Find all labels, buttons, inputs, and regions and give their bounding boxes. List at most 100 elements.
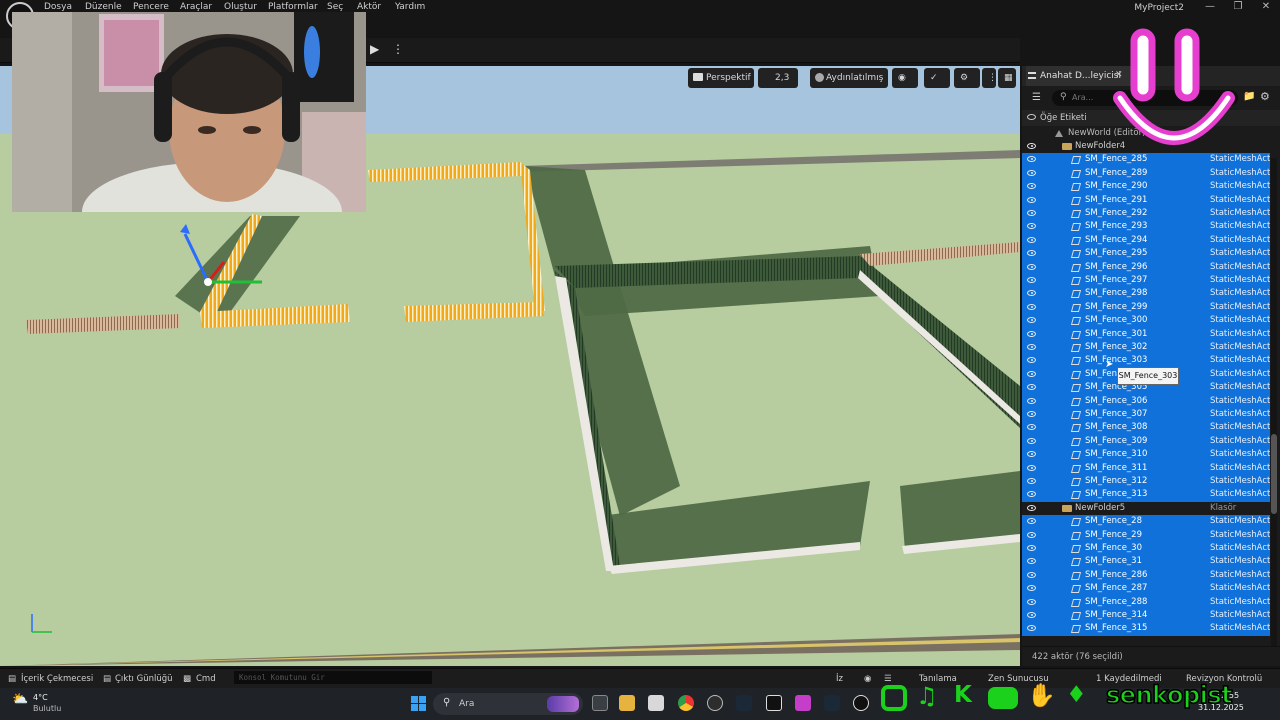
outliner-actor-row[interactable]: SM_Fence_310 StaticMeshActor [1022,448,1270,462]
settings-gear-icon[interactable]: ⚙ [954,68,980,88]
visibility-eye-icon[interactable] [1027,169,1036,176]
visibility-eye-icon[interactable] [1027,330,1036,337]
outliner-actor-row[interactable]: SM_Fence_295 StaticMeshActor [1022,247,1270,261]
epic-games-icon[interactable] [766,695,782,711]
outliner-actor-row[interactable]: SM_Fence_299 StaticMeshActor [1022,300,1270,315]
menu-select[interactable]: Seç [327,2,343,12]
menu-build[interactable]: Oluştur [224,2,257,12]
outliner-actor-row[interactable]: SM_Fence_298 StaticMeshActor [1022,287,1270,301]
visibility-eye-icon[interactable] [1027,303,1036,310]
outliner-actor-row[interactable]: SM_Fence_294 StaticMeshActor [1022,233,1270,248]
outliner-folder-row[interactable]: NewFolder5 Klasör [1022,502,1270,515]
app-icon[interactable] [795,695,811,711]
cmd-dropdown[interactable]: Cmd [196,672,216,686]
outliner-actor-row[interactable]: SM_Fence_311 StaticMeshActor [1022,461,1270,475]
menu-actor[interactable]: Aktör [357,2,381,12]
outliner-actor-row[interactable]: SM_Fence_292 StaticMeshActor [1022,207,1270,221]
outliner-actor-row[interactable]: SM_Fence_313 StaticMeshActor [1022,488,1270,502]
outliner-actor-row[interactable]: SM_Fence_300 StaticMeshActor [1022,314,1270,328]
visibility-eye-icon[interactable] [1027,478,1036,484]
more-options-icon[interactable]: ⋮ [392,42,404,56]
gizmo-center[interactable] [204,278,212,286]
add-folder-icon[interactable]: 📁 [1243,91,1255,102]
outliner-actor-row[interactable]: SM_Fence_296 StaticMeshActor [1022,260,1270,274]
outliner-actor-row[interactable]: SM_Fence_31 StaticMeshActor [1022,555,1270,569]
visibility-eye-icon[interactable] [1027,504,1036,511]
visibility-eye-icon[interactable] [1027,612,1036,618]
visibility-eye-icon[interactable] [1027,464,1036,471]
outliner-actor-row[interactable]: SM_Fence_309 StaticMeshActor [1022,434,1270,449]
outliner-actor-row[interactable]: SM_Fence_314 StaticMeshActor [1022,609,1270,623]
menu-file[interactable]: Dosya [44,2,72,12]
outliner-actor-row[interactable]: SM_Fence_306 StaticMeshActor [1022,394,1270,408]
visibility-eye-icon[interactable] [1027,223,1036,230]
outliner-actor-row[interactable]: SM_Fence_30 StaticMeshActor [1022,542,1270,556]
minimize-icon[interactable]: — [1196,1,1224,12]
visibility-eye-icon[interactable] [1027,210,1036,216]
viewport-more-icon[interactable]: ⋮ [982,68,997,88]
visibility-eye-icon[interactable] [1027,531,1036,538]
visibility-eye-icon[interactable] [1027,384,1036,391]
outliner-actor-row[interactable]: SM_Fence_301 StaticMeshActor [1022,327,1270,341]
visibility-eye-icon[interactable] [1027,585,1036,592]
outliner-actor-row[interactable]: SM_Fence_291 StaticMeshActor [1022,193,1270,207]
outliner-actor-row[interactable]: SM_Fence_303 StaticMeshActor [1022,354,1270,368]
outliner-actor-row[interactable]: SM_Fence_288 StaticMeshActor [1022,595,1270,609]
visibility-eye-icon[interactable] [1027,437,1036,444]
visibility-eye-icon[interactable] [1027,317,1036,324]
layout-grid-icon[interactable]: ▦ [998,68,1016,88]
camera-speed-button[interactable]: 2,3 [758,68,798,88]
steam-icon[interactable] [736,695,752,711]
visibility-eye-icon[interactable] [1027,370,1036,377]
outliner-actor-row[interactable]: SM_Fence_289 StaticMeshActor [1022,166,1270,181]
menu-window[interactable]: Pencere [133,2,169,12]
visibility-eye-icon[interactable] [1027,156,1036,163]
maximize-icon[interactable]: ❐ [1224,1,1252,12]
layers-icon[interactable]: ☰ [884,672,892,686]
outliner-actor-row[interactable]: SM_Fence_315 StaticMeshActor [1022,622,1270,636]
start-windows-icon[interactable] [411,696,427,712]
steam-2-icon[interactable] [824,695,840,711]
visibility-eye-icon[interactable] [1027,518,1036,525]
visibility-eye-icon[interactable] [1027,451,1036,458]
visibility-eye-icon[interactable] [1027,263,1036,270]
visibility-eye-icon[interactable] [1027,545,1036,551]
record-icon[interactable]: ◉ [864,672,871,686]
github-icon[interactable] [707,695,723,711]
snap-icon[interactable]: ✓ [924,68,950,88]
menu-platforms[interactable]: Platformlar [268,2,318,12]
store-icon[interactable] [648,695,664,711]
outliner-scrollbar[interactable] [1271,158,1277,658]
outliner-actor-row[interactable]: SM_Fence_286 StaticMeshActor [1022,568,1270,583]
outliner-actor-row[interactable]: SM_Fence_308 StaticMeshActor [1022,421,1270,435]
visibility-eye-icon[interactable] [1027,625,1036,632]
visibility-eye-icon[interactable] [1027,196,1036,203]
visibility-eye-icon[interactable] [1027,558,1036,565]
show-eye-icon[interactable]: ◉ [892,68,918,88]
task-view-icon[interactable] [592,695,608,711]
scrollbar-thumb[interactable] [1271,434,1277,514]
filter-icon[interactable]: ☰ [1032,92,1041,103]
visibility-eye-icon[interactable] [1027,397,1036,404]
unreal-engine-icon[interactable] [853,695,869,711]
output-log-button[interactable]: Çıktı Günlüğü [115,672,173,686]
visibility-eye-icon[interactable] [1027,344,1036,350]
menu-edit[interactable]: Düzenle [85,2,122,12]
file-explorer-icon[interactable] [619,695,635,711]
visibility-eye-icon[interactable] [1027,571,1036,578]
chrome-icon[interactable] [678,695,694,711]
visibility-eye-icon[interactable] [1027,424,1036,431]
visibility-eye-icon[interactable] [1027,143,1036,149]
outliner-actor-row[interactable]: SM_Fence_293 StaticMeshActor [1022,220,1270,234]
visibility-header-icon[interactable] [1027,114,1036,120]
content-drawer-button[interactable]: İçerik Çekmecesi [21,672,93,686]
outliner-actor-row[interactable]: SM_Fence_312 StaticMeshActor [1022,475,1270,489]
outliner-actor-row[interactable]: SM_Fence_307 StaticMeshActor [1022,408,1270,422]
close-icon[interactable]: ✕ [1252,1,1280,12]
trace-button[interactable]: İz [836,672,843,686]
play-icon[interactable]: ▶ [370,42,379,56]
visibility-eye-icon[interactable] [1027,357,1036,364]
outliner-actor-row[interactable]: SM_Fence_302 StaticMeshActor [1022,341,1270,355]
outliner-actor-row[interactable]: SM_Fence_28 StaticMeshActor [1022,515,1270,529]
visibility-eye-icon[interactable] [1027,290,1036,297]
